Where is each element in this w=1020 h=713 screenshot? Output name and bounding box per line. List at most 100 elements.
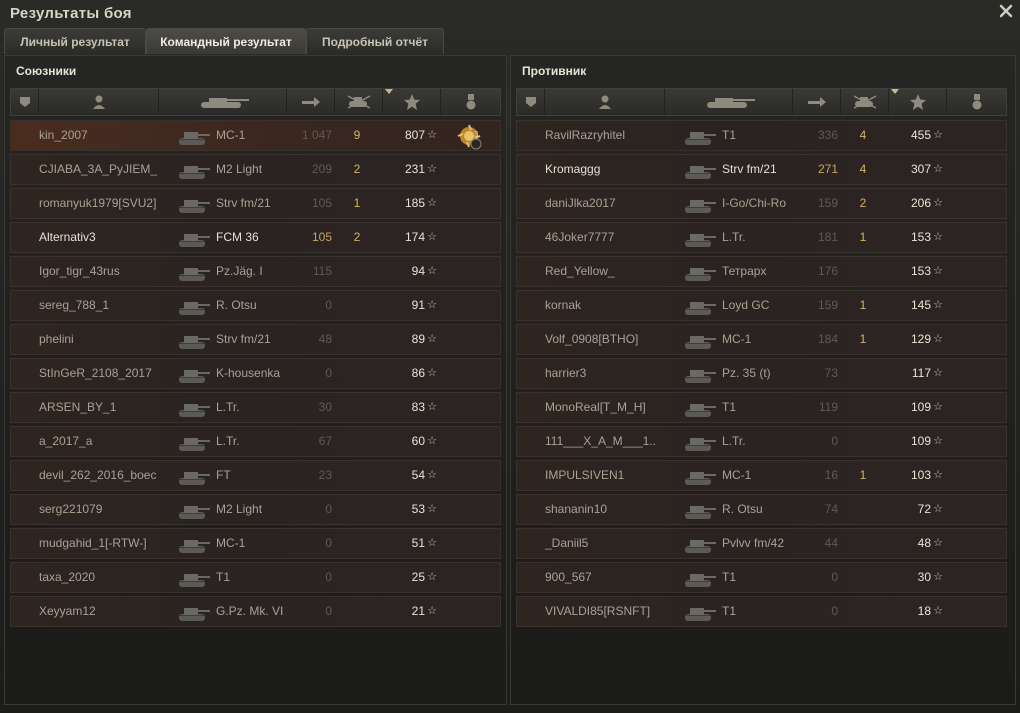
kills-value: [853, 597, 873, 626]
player-name: kin_2007: [39, 128, 88, 142]
star-icon: ☆: [427, 265, 437, 277]
column-header-tank[interactable]: [665, 89, 793, 115]
player-row[interactable]: 111___X_A_M___1.. L.Tr. 0 109 ☆: [516, 426, 1007, 457]
tank-name: FCM 36: [216, 230, 259, 244]
tank-name: FT: [216, 468, 231, 482]
star-icon: ☆: [427, 333, 437, 345]
column-header-xp[interactable]: [383, 89, 441, 115]
player-row[interactable]: sereg_788_1 R. Otsu 0 91 ☆: [10, 290, 501, 321]
player-row[interactable]: MonoReal[T_M_H] T1 119 109 ☆: [516, 392, 1007, 423]
star-icon: ☆: [427, 605, 437, 617]
player-row[interactable]: Volf_0908[BTHO] МС-1 184 1 129 ☆: [516, 324, 1007, 355]
player-name: kornak: [545, 298, 582, 312]
damage-value: 105: [311, 196, 332, 210]
kills-value: [347, 597, 367, 626]
tank-icon: [683, 325, 719, 354]
star-icon: ☆: [933, 129, 943, 141]
player-row[interactable]: Igor_tigr_43rus Pz.Jäg. I 115 94 ☆: [10, 256, 501, 287]
player-row[interactable]: Kromaggg Strv fm/21 271 4 307 ☆: [516, 154, 1007, 185]
damage-value: 336: [817, 128, 838, 142]
column-header-kills[interactable]: [335, 89, 383, 115]
xp-value: 94: [411, 264, 425, 278]
player-row[interactable]: romanyuk1979[SVU2] Strv fm/21 105 1 185 ☆: [10, 188, 501, 219]
column-header-tank[interactable]: [159, 89, 287, 115]
damage-value: 1 047: [301, 128, 332, 142]
kills-value: 1: [859, 468, 867, 482]
player-name: serg221079: [39, 502, 103, 516]
player-row[interactable]: 46Joker7777 L.Tr. 181 1 153 ☆: [516, 222, 1007, 253]
damage-value: 16: [824, 468, 838, 482]
column-header-medal[interactable]: [947, 89, 1006, 115]
tank-icon: [683, 121, 719, 150]
column-header-medal[interactable]: [441, 89, 500, 115]
star-icon: ☆: [427, 435, 437, 447]
column-header-damage[interactable]: [793, 89, 841, 115]
column-header-xp[interactable]: [889, 89, 947, 115]
damage-value: 0: [325, 570, 332, 584]
player-row[interactable]: 900_567 T1 0 30 ☆: [516, 562, 1007, 593]
kills-value: 1: [859, 332, 867, 346]
kills-value: [347, 257, 367, 286]
damage-value: 209: [311, 162, 332, 176]
player-row[interactable]: Xeyyam12 G.Pz. Mk. VI 0 21 ☆: [10, 596, 501, 627]
star-icon: ☆: [933, 333, 943, 345]
close-icon[interactable]: [998, 3, 1014, 19]
xp-value: 231: [404, 162, 425, 176]
damage-value: 115: [312, 264, 332, 278]
tab-detailed-report[interactable]: Подробный отчёт: [306, 28, 444, 54]
kills-value: [347, 529, 367, 558]
player-row[interactable]: IMPULSIVEN1 МС-1 16 1 103 ☆: [516, 460, 1007, 491]
player-row[interactable]: Red_Yellow_ Тетрарх 176 153 ☆: [516, 256, 1007, 287]
tank-name: Strv fm/21: [722, 162, 777, 176]
column-header-player[interactable]: [39, 89, 159, 115]
player-row[interactable]: StInGeR_2108_2017 K-housenka 0 86 ☆: [10, 358, 501, 389]
player-row[interactable]: taxa_2020 T1 0 25 ☆: [10, 562, 501, 593]
player-row[interactable]: mudgahid_1[-RTW-] МС-1 0 51 ☆: [10, 528, 501, 559]
player-row[interactable]: _Daniil5 Pvlvv fm/42 44 48 ☆: [516, 528, 1007, 559]
player-row[interactable]: harrier3 Pz. 35 (t) 73 117 ☆: [516, 358, 1007, 389]
sort-indicator-icon: [385, 89, 393, 94]
player-row[interactable]: VIVALDI85[RSNFT] T1 0 18 ☆: [516, 596, 1007, 627]
player-row[interactable]: shananin10 R. Otsu 74 72 ☆: [516, 494, 1007, 525]
player-row[interactable]: ARSEN_BY_1 L.Tr. 30 83 ☆: [10, 392, 501, 423]
star-icon: ☆: [427, 571, 437, 583]
player-row[interactable]: daniJlka2017 I-Go/Chi-Ro 159 2 206 ☆: [516, 188, 1007, 219]
allies-column-headers: [10, 88, 501, 116]
tab-personal-result[interactable]: Личный результат: [4, 28, 146, 54]
player-row[interactable]: a_2017_a L.Tr. 67 60 ☆: [10, 426, 501, 457]
allies-panel: Союзники kin_2007 МС-1 1 047 9 807 ☆ 3 CJIABA_3…: [4, 55, 507, 705]
tank-name: G.Pz. Mk. VI: [216, 604, 284, 618]
tank-icon: [177, 529, 213, 558]
player-row[interactable]: phelini Strv fm/21 48 89 ☆: [10, 324, 501, 355]
column-header-platoon[interactable]: [11, 89, 39, 115]
player-row[interactable]: serg221079 M2 Light 0 53 ☆: [10, 494, 501, 525]
tank-name: K-housenka: [216, 366, 281, 380]
kills-value: [853, 529, 873, 558]
player-row[interactable]: devil_262_2016_boec FT 23 54 ☆: [10, 460, 501, 491]
player-name: Red_Yellow_: [545, 264, 615, 278]
player-row[interactable]: RavilRazryhitel T1 336 4 455 ☆: [516, 120, 1007, 151]
player-row[interactable]: kornak Loyd GC 159 1 145 ☆: [516, 290, 1007, 321]
kills-value: 2: [353, 162, 361, 176]
xp-value: 91: [411, 298, 425, 312]
damage-value: 0: [325, 298, 332, 312]
xp-value: 174: [404, 230, 425, 244]
player-name: mudgahid_1[-RTW-]: [39, 536, 147, 550]
tank-name: T1: [722, 400, 737, 414]
tab-team-result[interactable]: Командный результат: [146, 28, 306, 54]
column-header-player[interactable]: [545, 89, 665, 115]
star-icon: ☆: [427, 367, 437, 379]
player-row[interactable]: Alternativ3 FCM 36 105 2 174 ☆: [10, 222, 501, 253]
player-row[interactable]: kin_2007 МС-1 1 047 9 807 ☆ 3: [10, 120, 501, 151]
kills-value: [853, 427, 873, 456]
allies-title: Союзники: [16, 64, 77, 78]
player-row[interactable]: CJIABA_3A_PyJIEM_ M2 Light 209 2 231 ☆: [10, 154, 501, 185]
column-header-platoon[interactable]: [517, 89, 545, 115]
xp-value: 53: [411, 502, 425, 516]
column-header-kills[interactable]: [841, 89, 889, 115]
player-name: CJIABA_3A_PyJIEM_: [39, 162, 158, 176]
star-icon: ☆: [933, 537, 943, 549]
player-name: phelini: [39, 332, 74, 346]
column-header-damage[interactable]: [287, 89, 335, 115]
medal-icon[interactable]: 3: [457, 121, 483, 150]
